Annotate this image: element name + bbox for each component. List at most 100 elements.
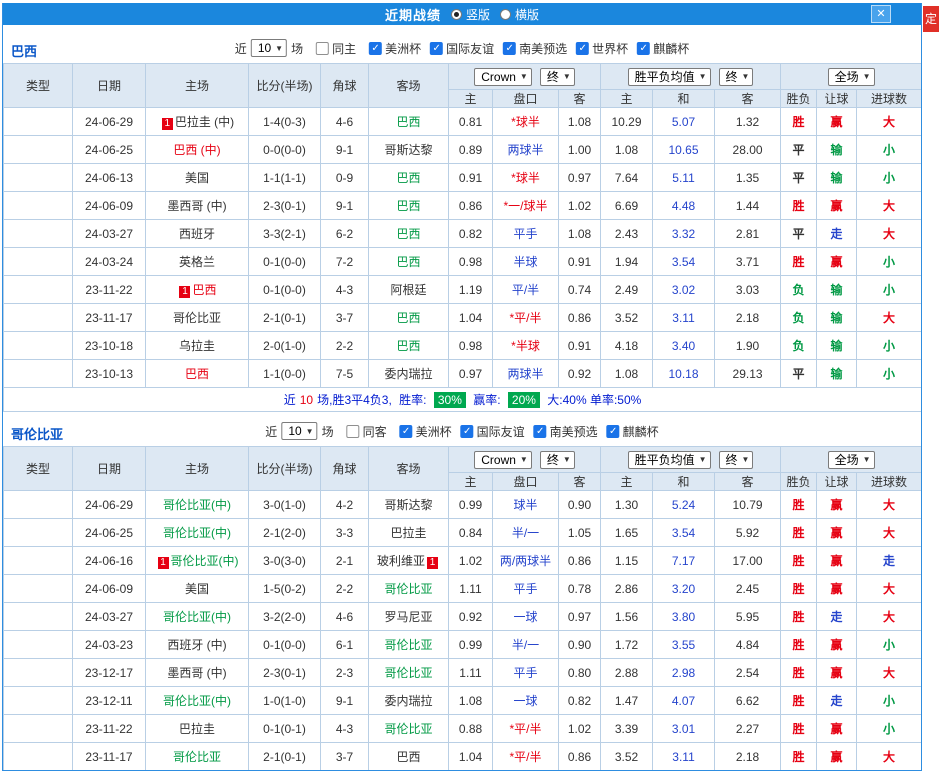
cup-filter-checkbox[interactable]: 世界杯 — [576, 40, 628, 57]
avg-time-select[interactable]: 终 ▼ — [718, 67, 754, 86]
avg-draw: 4.48 — [652, 191, 716, 220]
match-date: 24-03-24 — [72, 247, 146, 276]
league-type: 南美预选 — [3, 275, 73, 304]
corners: 3-3 — [320, 518, 369, 547]
avg-away: 5.95 — [714, 602, 782, 631]
games-count-select[interactable]: 10 ▼ — [281, 422, 318, 440]
cup-filter-checkbox[interactable]: 国际友谊 — [460, 423, 525, 440]
avg-draw: 3.02 — [652, 275, 716, 304]
score: 2-1(0-1) — [248, 742, 321, 770]
avg-draw: 3.54 — [652, 247, 716, 276]
result-handicap: 输 — [816, 135, 858, 164]
avg-odds-select[interactable]: 胜平负均值 ▼ — [627, 450, 711, 469]
score: 1-0(1-0) — [248, 686, 321, 715]
same-venue-checkbox[interactable]: 同主 — [316, 40, 356, 57]
home-team: 墨西哥 (中) — [145, 658, 249, 687]
corners: 2-3 — [320, 658, 369, 687]
avg-away: 1.44 — [714, 191, 782, 220]
odds-company-select[interactable]: Crown ▼ — [474, 67, 532, 86]
handicap: 平手 — [492, 574, 559, 603]
col-avg-away: 客 — [714, 472, 782, 491]
page-edge-strip: 定 — [923, 0, 939, 771]
avg-away: 1.35 — [714, 163, 782, 192]
avg-away: 5.92 — [714, 518, 782, 547]
league-type: 南美预选 — [3, 303, 73, 332]
col-home: 主场 — [145, 63, 249, 108]
match-row: 国际友谊 24-03-23 西班牙 (中) 0-1(0-0) 6-1 哥伦比亚 0.99 半/… — [3, 630, 921, 659]
league-type: 国际友谊 — [3, 658, 73, 687]
chevron-down-icon: ▼ — [741, 455, 750, 464]
result-wdl: 胜 — [780, 546, 818, 575]
avg-home: 7.64 — [600, 163, 654, 192]
odds-away: 0.90 — [557, 490, 602, 519]
score: 3-0(1-0) — [248, 490, 321, 519]
odds-away: 0.86 — [557, 546, 602, 575]
same-venue-checkbox[interactable]: 同客 — [346, 423, 387, 440]
match-row: 国际友谊 24-06-09 美国 1-5(0-2) 2-2 哥伦比亚 1.11 平手 0.78 2… — [3, 574, 921, 603]
radio-vertical-label: 竖版 — [465, 7, 490, 22]
result-handicap: 赢 — [816, 546, 858, 575]
match-row: 美洲杯 24-06-25 哥伦比亚(中) 2-1(2-0) 3-3 巴拉圭 0.84 半/一 1… — [3, 518, 921, 547]
odds-time-select[interactable]: 终 ▼ — [539, 67, 575, 86]
handicap: 一球 — [492, 686, 559, 715]
cup-filter-checkbox[interactable]: 美洲杯 — [369, 40, 421, 57]
close-icon[interactable]: ✕ — [871, 5, 891, 23]
away-team: 哥斯达黎 — [368, 490, 449, 519]
cup-filter-group: 美洲杯国际友谊南美预选世界杯麒麟杯 — [360, 40, 689, 57]
home-team: 美国 — [145, 163, 249, 192]
corners: 3-7 — [320, 742, 369, 770]
home-team: 英格兰 — [145, 247, 249, 276]
match-row: 美洲杯 24-06-29 1 巴拉圭 (中) 1-4(0-3) 4-6 巴西 0.81 *球半 1… — [3, 107, 921, 136]
modal-title: 近期战绩 — [384, 7, 441, 23]
winrate-badge: 30% — [433, 392, 466, 408]
cup-filter-checkbox[interactable]: 美洲杯 — [399, 423, 452, 440]
col-date: 日期 — [72, 63, 146, 108]
summary-count: 10 — [299, 393, 314, 407]
match-date: 23-11-22 — [72, 714, 146, 743]
cup-filter-checkbox[interactable]: 国际友谊 — [430, 40, 494, 57]
match-row: 南美预选 23-10-18 乌拉圭 2-0(1-0) 2-2 巴西 0.98 *半球 0.91 4… — [3, 331, 921, 360]
result-handicap: 赢 — [816, 574, 858, 603]
chevron-down-icon: ▼ — [862, 72, 871, 81]
col-wdl: 胜负 — [780, 89, 818, 108]
cup-filter-checkbox[interactable]: 麒麟杯 — [637, 40, 689, 57]
corners: 7-5 — [320, 359, 369, 388]
handicap: *平/半 — [492, 714, 559, 743]
avg-home: 1.08 — [600, 359, 654, 388]
home-team: 哥伦比亚(中) — [145, 602, 249, 631]
layout-radio-horizontal[interactable]: 横版 — [500, 6, 539, 23]
cup-filter-checkbox[interactable]: 麒麟杯 — [606, 423, 659, 440]
odds-away: 1.08 — [557, 219, 602, 248]
avg-draw: 5.24 — [652, 490, 716, 519]
avg-time-select[interactable]: 终 ▼ — [718, 450, 754, 469]
side-tab[interactable]: 定 — [923, 6, 939, 32]
cup-filter-checkbox[interactable]: 南美预选 — [533, 423, 598, 440]
layout-radio-vertical[interactable]: 竖版 — [450, 6, 490, 23]
odds-away: 0.86 — [557, 303, 602, 332]
away-team: 哥伦比亚 — [368, 714, 449, 743]
games-label: 场 — [321, 424, 334, 439]
avg-draw: 5.07 — [652, 107, 716, 136]
result-handicap: 赢 — [816, 191, 858, 220]
avg-odds-select[interactable]: 胜平负均值 ▼ — [627, 67, 711, 86]
match-row: 国际友谊 24-06-09 墨西哥 (中) 2-3(0-1) 9-1 巴西 0.86 *一/球… — [3, 191, 921, 220]
scope-select[interactable]: 全场 ▼ — [827, 67, 875, 86]
odds-time-select[interactable]: 终 ▼ — [539, 450, 575, 469]
match-date: 24-06-09 — [72, 574, 146, 603]
scope-select[interactable]: 全场 ▼ — [827, 450, 875, 469]
avg-home: 1.08 — [600, 135, 654, 164]
home-team: 1 巴西 — [145, 275, 249, 304]
checkbox-checked-icon — [460, 424, 474, 438]
home-team: 1 哥伦比亚(中) — [145, 546, 249, 575]
handicap: 平/半 — [492, 275, 559, 304]
avg-draw: 3.20 — [652, 574, 716, 603]
red-card-badge: 1 — [161, 118, 173, 130]
match-row: 南美预选 23-11-17 哥伦比亚 2-1(0-1) 3-7 巴西 1.04 *平/半 0.8… — [3, 303, 921, 332]
avg-home: 3.39 — [600, 714, 654, 743]
cup-filter-checkbox[interactable]: 南美预选 — [503, 40, 567, 57]
results-table: 类型 日期 主场 比分(半场) 角球 客场 Crown ▼ 终 ▼ 胜平负均值 ▼ 终… — [3, 63, 921, 412]
odds-company-select[interactable]: Crown ▼ — [474, 450, 532, 469]
result-handicap: 赢 — [816, 107, 858, 136]
games-count-select[interactable]: 10 ▼ — [250, 39, 288, 57]
odds-away: 1.00 — [557, 135, 602, 164]
